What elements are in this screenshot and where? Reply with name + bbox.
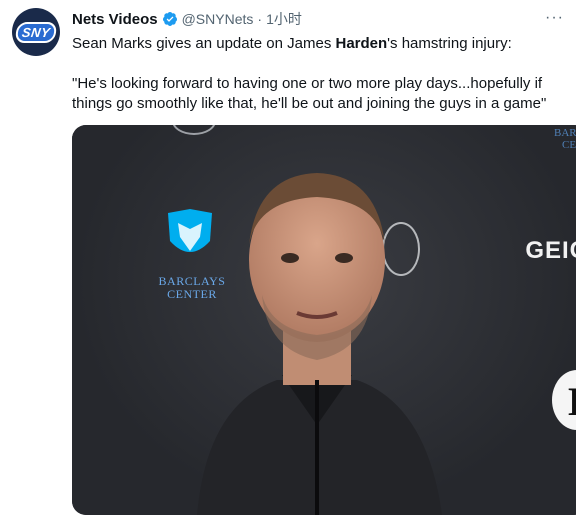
- avatar[interactable]: SNY: [12, 8, 60, 56]
- quote-line-2: things go smoothly like that, he'll be o…: [72, 95, 547, 112]
- quote-line-1: "He's looking forward to having one or t…: [72, 75, 543, 92]
- author-name[interactable]: Nets Videos: [72, 11, 158, 28]
- timestamp[interactable]: 1小时: [266, 9, 302, 29]
- bold-name: Harden: [335, 35, 388, 52]
- text-segment: Sean Marks gives an update on James: [72, 35, 336, 52]
- author-handle[interactable]: @SNYNets: [182, 11, 254, 27]
- geico-sponsor-text: GEIC: [525, 237, 576, 264]
- more-options-icon[interactable]: ···: [545, 9, 564, 27]
- separator-dot: ·: [257, 11, 263, 27]
- tweet-text: Sean Marks gives an update on James Hard…: [72, 34, 564, 114]
- tweet-header: Nets Videos @SNYNets · 1小时 ···: [72, 9, 564, 29]
- sny-logo: SNY: [14, 21, 58, 43]
- video-media[interactable]: BARC CEN BARCLAYS CENTER GEIC B: [72, 125, 576, 515]
- tweet-line-1: Sean Marks gives an update on James Hard…: [72, 34, 564, 54]
- corner-sponsor-text: BARC CEN: [554, 127, 576, 151]
- speaker-figure: [197, 173, 442, 515]
- verified-badge-icon: [162, 12, 177, 26]
- text-segment: 's hamstring injury:: [387, 35, 512, 52]
